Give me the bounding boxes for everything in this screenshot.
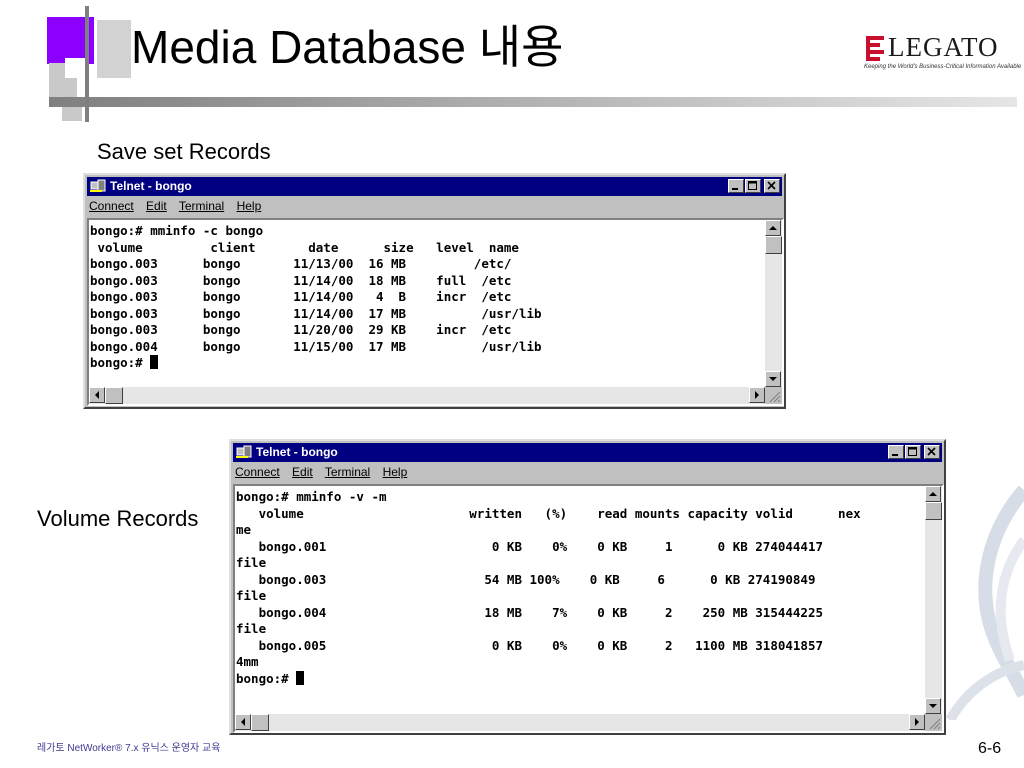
menu-connect[interactable]: Connect (89, 199, 134, 213)
menu-help-label: Help (382, 465, 408, 479)
vertical-scrollbar[interactable] (765, 220, 782, 387)
menu-help[interactable]: Help (383, 465, 408, 479)
decor-vertical-rule (85, 6, 89, 122)
arrow-up-icon (769, 226, 777, 230)
scroll-thumb[interactable] (251, 714, 269, 731)
resize-grip[interactable] (765, 387, 782, 404)
arrow-down-icon (769, 377, 777, 381)
decor-square-white (65, 58, 85, 78)
menu-help-label: Help (236, 199, 262, 213)
decor-square-gray (62, 105, 82, 121)
window-titlebar[interactable]: Telnet - bongo (87, 177, 782, 196)
menu-terminal-label: Terminal (178, 199, 225, 213)
maximize-icon (908, 447, 917, 456)
minimize-icon (892, 454, 898, 456)
scroll-thumb[interactable] (105, 387, 123, 404)
page-number: 6-6 (978, 740, 1002, 757)
terminal-text: bongo:# mminfo -v -m volume written (%) … (236, 489, 861, 686)
legato-logo: LEGATO Keeping the World's Business-Crit… (862, 32, 1021, 76)
decor-square-gray (97, 20, 131, 78)
menu-edit-label: Edit (146, 199, 167, 213)
maximize-button[interactable] (745, 179, 761, 193)
menu-bar: Connect Edit Terminal Help (235, 465, 416, 482)
decor-swirl (945, 485, 1024, 720)
menu-edit[interactable]: Edit (146, 199, 167, 213)
logo-tagline: Keeping the World's Business-Critical In… (864, 64, 1022, 70)
arrow-right-icon (915, 718, 919, 726)
close-icon (767, 181, 776, 190)
menu-help[interactable]: Help (237, 199, 262, 213)
arrow-left-icon (95, 391, 99, 399)
terminal-area[interactable]: bongo:# mminfo -c bongo volume client da… (87, 218, 784, 406)
scroll-left-button[interactable] (89, 387, 105, 403)
horizontal-scrollbar[interactable] (89, 387, 765, 404)
window-title: Telnet - bongo (110, 179, 192, 193)
terminal-area[interactable]: bongo:# mminfo -v -m volume written (%) … (233, 484, 944, 733)
arrow-left-icon (241, 718, 245, 726)
menu-bar: Connect Edit Terminal Help (89, 199, 270, 216)
scroll-right-button[interactable] (909, 714, 925, 730)
menu-terminal-label: Terminal (324, 465, 371, 479)
menu-terminal[interactable]: Terminal (325, 465, 370, 479)
horizontal-scrollbar[interactable] (235, 714, 925, 731)
minimize-button[interactable] (728, 179, 744, 193)
menu-connect-label: Connect (235, 465, 280, 479)
minimize-button[interactable] (888, 445, 904, 459)
scroll-left-button[interactable] (235, 714, 251, 730)
terminal-output: bongo:# mminfo -c bongo volume client da… (90, 223, 542, 372)
maximize-icon (748, 181, 757, 190)
logo-wordmark: LEGATO (888, 32, 999, 62)
footer-course-title: 레가토 NetWorker® 7.x 유닉스 운영자 교육 (37, 743, 221, 754)
window-title: Telnet - bongo (256, 445, 338, 459)
scroll-thumb[interactable] (765, 236, 782, 254)
menu-connect[interactable]: Connect (235, 465, 280, 479)
text-cursor (296, 670, 305, 685)
menu-terminal[interactable]: Terminal (179, 199, 224, 213)
telnet-app-icon (90, 179, 106, 192)
scroll-down-button[interactable] (765, 371, 781, 387)
close-button[interactable] (924, 445, 940, 459)
volume-records-label: Volume Records (37, 506, 199, 531)
scroll-up-button[interactable] (765, 220, 781, 236)
scroll-right-button[interactable] (749, 387, 765, 403)
resize-grip-icon (769, 391, 781, 403)
arrow-right-icon (755, 391, 759, 399)
slide-title: Media Database 내용 (131, 21, 564, 73)
menu-edit-label: Edit (292, 465, 313, 479)
text-cursor (150, 355, 159, 369)
telnet-window-savesets[interactable]: Telnet - bongo Connect Edit Terminal Hel… (83, 173, 786, 409)
telnet-app-icon (236, 445, 252, 458)
menu-edit[interactable]: Edit (292, 465, 313, 479)
minimize-icon (732, 188, 738, 190)
close-icon (927, 447, 936, 456)
menu-connect-label: Connect (89, 199, 134, 213)
maximize-button[interactable] (905, 445, 921, 459)
telnet-window-volumes[interactable]: Telnet - bongo Connect Edit Terminal Hel… (229, 439, 946, 735)
legato-logo-icon (866, 36, 884, 61)
save-set-records-label: Save set Records (97, 139, 271, 164)
terminal-output: bongo:# mminfo -v -m volume written (%) … (236, 489, 861, 687)
window-titlebar[interactable]: Telnet - bongo (233, 443, 942, 462)
close-button[interactable] (764, 179, 780, 193)
terminal-text: bongo:# mminfo -c bongo volume client da… (90, 223, 542, 370)
decor-horizontal-rule (49, 97, 1017, 107)
